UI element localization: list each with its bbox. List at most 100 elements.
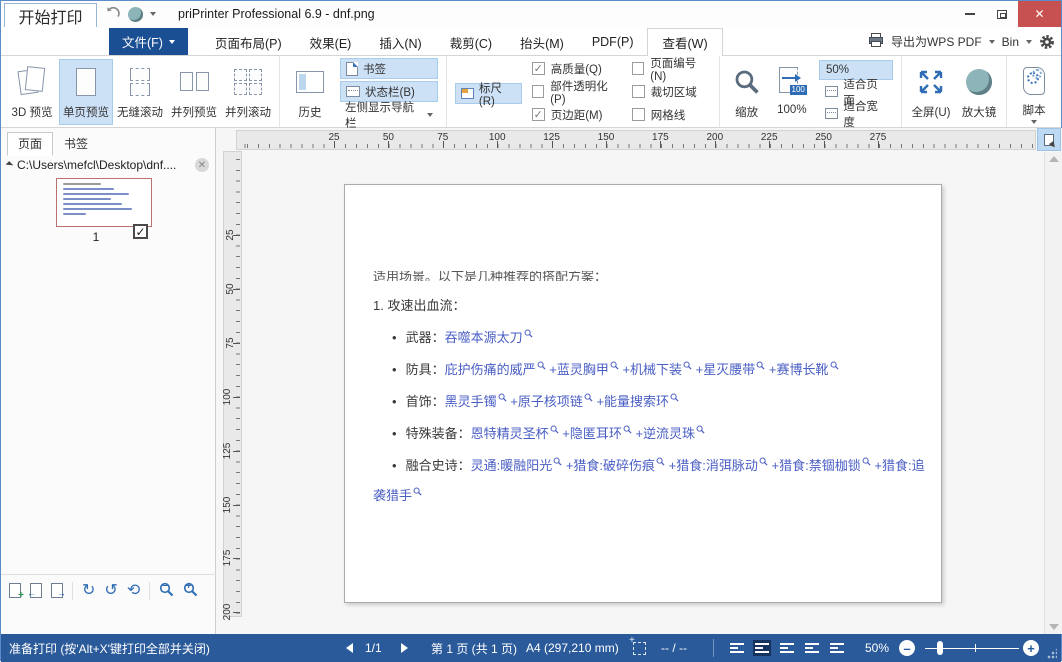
tab-insert[interactable]: 插入(N) (365, 28, 435, 56)
document-link[interactable]: 猎食:破碎伤痕 (573, 458, 655, 473)
bin-dropdown-icon[interactable] (1026, 40, 1032, 44)
zoom-slider-handle[interactable] (937, 641, 943, 655)
import-after-icon[interactable]: → (51, 583, 63, 598)
close-button[interactable]: ✕ (1018, 1, 1061, 27)
search-link-icon[interactable] (683, 361, 692, 370)
settings-gear-icon[interactable] (1039, 34, 1055, 50)
side-by-side-scroll-button[interactable]: 并列滚动 (221, 59, 275, 125)
left-nav-dropdown[interactable]: 左侧显示导航栏 (340, 104, 438, 125)
view-mode-3-button[interactable] (778, 640, 796, 656)
view-mode-4-button[interactable] (803, 640, 821, 656)
document-link[interactable]: 灵通:暖融阳光 (471, 458, 553, 473)
fit-width-button[interactable]: 适合宽度 (819, 104, 893, 124)
search-link-icon[interactable] (498, 393, 507, 402)
document-link[interactable]: 猎食:禁锢枷锁 (779, 458, 861, 473)
document-tree-item[interactable]: C:\Users\mefcl\Desktop\dnf.... ✕ (7, 158, 209, 172)
search-link-icon[interactable] (862, 457, 871, 466)
add-page-icon[interactable]: + (9, 583, 21, 598)
ruler-toggle[interactable]: 标尺(R) (455, 83, 522, 104)
page-include-checkbox[interactable]: ✓ (133, 224, 148, 239)
document-link[interactable]: 黑灵手镯 (445, 394, 497, 409)
side-by-side-preview-button[interactable]: 并列预览 (167, 59, 221, 125)
qat-customize-icon[interactable] (150, 12, 156, 16)
document-link[interactable]: 蓝灵胸甲 (557, 362, 609, 377)
gridlines-checkbox[interactable]: 网格线 (632, 105, 710, 125)
export-wps-pdf-button[interactable]: 导出为WPS PDF (891, 33, 982, 50)
document-link[interactable]: 恩特精灵圣杯 (471, 426, 549, 441)
restore-button[interactable] (986, 1, 1018, 27)
search-link-icon[interactable] (550, 425, 559, 434)
document-link[interactable]: 猎食:消弭脉动 (676, 458, 758, 473)
rotate-180-icon[interactable]: ⟲ (127, 583, 140, 599)
prev-page-button[interactable] (346, 634, 353, 662)
magnifier-button[interactable]: 放大镜 (956, 59, 1002, 125)
magnifier-quick-icon[interactable] (128, 7, 143, 22)
search-link-icon[interactable] (756, 361, 765, 370)
tree-expander-icon[interactable] (6, 161, 14, 169)
view-mode-5-button[interactable] (828, 640, 846, 656)
document-link[interactable]: 赛博长靴 (777, 362, 829, 377)
document-link[interactable]: 庇护伤痛的威严 (445, 362, 536, 377)
script-button[interactable]: 脚本 (1011, 59, 1057, 125)
search-link-icon[interactable] (524, 329, 533, 338)
page-number-checkbox[interactable]: 页面编号(N) (632, 59, 710, 79)
crop-area-checkbox[interactable]: 裁切区域 (632, 82, 710, 102)
scroll-up-icon[interactable] (1049, 156, 1059, 162)
high-quality-checkbox[interactable]: ✓ 高质量(Q) (532, 59, 620, 79)
zoom-out-icon[interactable]: – (159, 582, 174, 600)
page-margin-checkbox[interactable]: ✓ 页边距(M) (532, 105, 620, 125)
search-link-icon[interactable] (623, 425, 632, 434)
tab-header[interactable]: 抬头(M) (506, 28, 578, 56)
view-mode-2-button[interactable] (753, 640, 771, 656)
vertical-scrollbar[interactable] (1044, 152, 1062, 634)
zoom-in-icon[interactable]: + (183, 582, 198, 600)
single-page-preview-button[interactable]: 单页预览 (59, 59, 113, 125)
zoom-button[interactable]: 缩放 (724, 59, 768, 125)
export-dropdown-icon[interactable] (989, 40, 995, 44)
undo-icon[interactable] (105, 5, 121, 24)
import-before-icon[interactable]: ← (30, 583, 42, 598)
search-link-icon[interactable] (537, 361, 546, 370)
part-transparency-checkbox[interactable]: 部件透明化(P) (532, 82, 620, 102)
remove-document-icon[interactable]: ✕ (195, 158, 209, 172)
3d-preview-button[interactable]: 3D 预览 (5, 59, 59, 125)
document-link[interactable]: 星灭腰带 (703, 362, 755, 377)
search-link-icon[interactable] (610, 361, 619, 370)
view-mode-1-button[interactable] (728, 640, 746, 656)
search-link-icon[interactable] (553, 457, 562, 466)
document-link[interactable]: 吞噬本源太刀 (445, 330, 523, 345)
document-link[interactable]: 逆流灵珠 (643, 426, 695, 441)
zoom-out-button[interactable]: – (899, 634, 915, 662)
bookmark-toggle[interactable]: 书签 (340, 58, 438, 79)
rotate-cw-icon[interactable]: ↻ (82, 583, 95, 599)
tab-crop[interactable]: 裁剪(C) (436, 28, 506, 56)
search-link-icon[interactable] (413, 487, 422, 496)
next-page-button[interactable] (401, 634, 408, 662)
document-link[interactable]: 隐匿耳环 (570, 426, 622, 441)
minimize-button[interactable] (954, 1, 986, 27)
tab-effects[interactable]: 效果(E) (296, 28, 366, 56)
tab-view[interactable]: 查看(W) (647, 28, 722, 57)
zoom-in-button[interactable]: + (1023, 634, 1039, 662)
rotate-ccw-icon[interactable]: ↺ (104, 583, 117, 599)
tab-pdf[interactable]: PDF(P) (578, 28, 648, 56)
document-link[interactable]: 机械下装 (630, 362, 682, 377)
tab-page-layout[interactable]: 页面布局(P) (201, 28, 296, 56)
scroll-down-icon[interactable] (1049, 624, 1059, 630)
document-link[interactable]: 能量搜索环 (604, 394, 669, 409)
tab-file[interactable]: 文件(F) (109, 28, 188, 55)
page-thumbnail[interactable] (56, 178, 152, 227)
search-link-icon[interactable] (670, 393, 679, 402)
resize-grip[interactable] (1047, 649, 1057, 659)
bin-button[interactable]: Bin (1002, 35, 1019, 49)
search-link-icon[interactable] (759, 457, 768, 466)
fullscreen-button[interactable]: 全屏(U) (906, 59, 956, 125)
document-page[interactable]: 适用场景。以下是几种推荐的搭配方案： 1. 攻速出血流： •武器：吞噬本源太刀•… (344, 184, 942, 603)
search-link-icon[interactable] (696, 425, 705, 434)
search-link-icon[interactable] (584, 393, 593, 402)
sidebar-tab-bookmarks[interactable]: 书签 (53, 132, 99, 156)
search-link-icon[interactable] (830, 361, 839, 370)
zoom-100-button[interactable]: 100 100% (769, 59, 815, 125)
seamless-scroll-button[interactable]: 无缝滚动 (113, 59, 167, 125)
history-button[interactable]: 历史 (284, 59, 336, 125)
